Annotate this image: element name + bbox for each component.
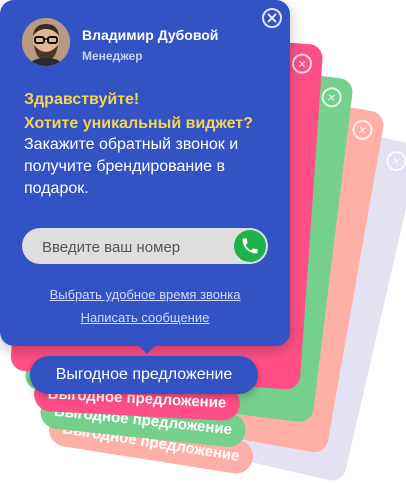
promo-button[interactable]: Выгодное предложение bbox=[30, 356, 258, 394]
close-icon: × bbox=[384, 149, 406, 174]
write-message-link[interactable]: Написать сообщение bbox=[0, 310, 290, 325]
close-icon: × bbox=[350, 118, 375, 142]
callback-widget: Владимир Дубовой Менеджер Здравствуйте! … bbox=[0, 0, 290, 346]
close-icon: × bbox=[320, 86, 343, 109]
call-button[interactable] bbox=[234, 230, 266, 262]
phone-field bbox=[22, 228, 268, 266]
phone-icon bbox=[234, 236, 266, 256]
close-icon: × bbox=[291, 52, 313, 75]
widget-stack: × × × × Выгодное предложение Выгодное пр… bbox=[0, 0, 406, 483]
manager-name: Владимир Дубовой bbox=[82, 27, 219, 43]
manager-avatar bbox=[22, 18, 70, 66]
widget-pointer bbox=[137, 344, 157, 354]
close-icon[interactable] bbox=[262, 8, 282, 28]
greeting: Здравствуйте! Хотите уникальный виджет? bbox=[24, 88, 274, 136]
manager-role: Менеджер bbox=[82, 49, 143, 63]
phone-input[interactable] bbox=[40, 228, 224, 266]
offer-text: Закажите обратный звонок и получите брен… bbox=[24, 136, 239, 197]
greeting-line-1: Здравствуйте! bbox=[24, 91, 140, 108]
choose-time-link[interactable]: Выбрать удобное время звонка bbox=[0, 287, 290, 302]
greeting-line-2: Хотите уникальный виджет? bbox=[24, 115, 253, 132]
